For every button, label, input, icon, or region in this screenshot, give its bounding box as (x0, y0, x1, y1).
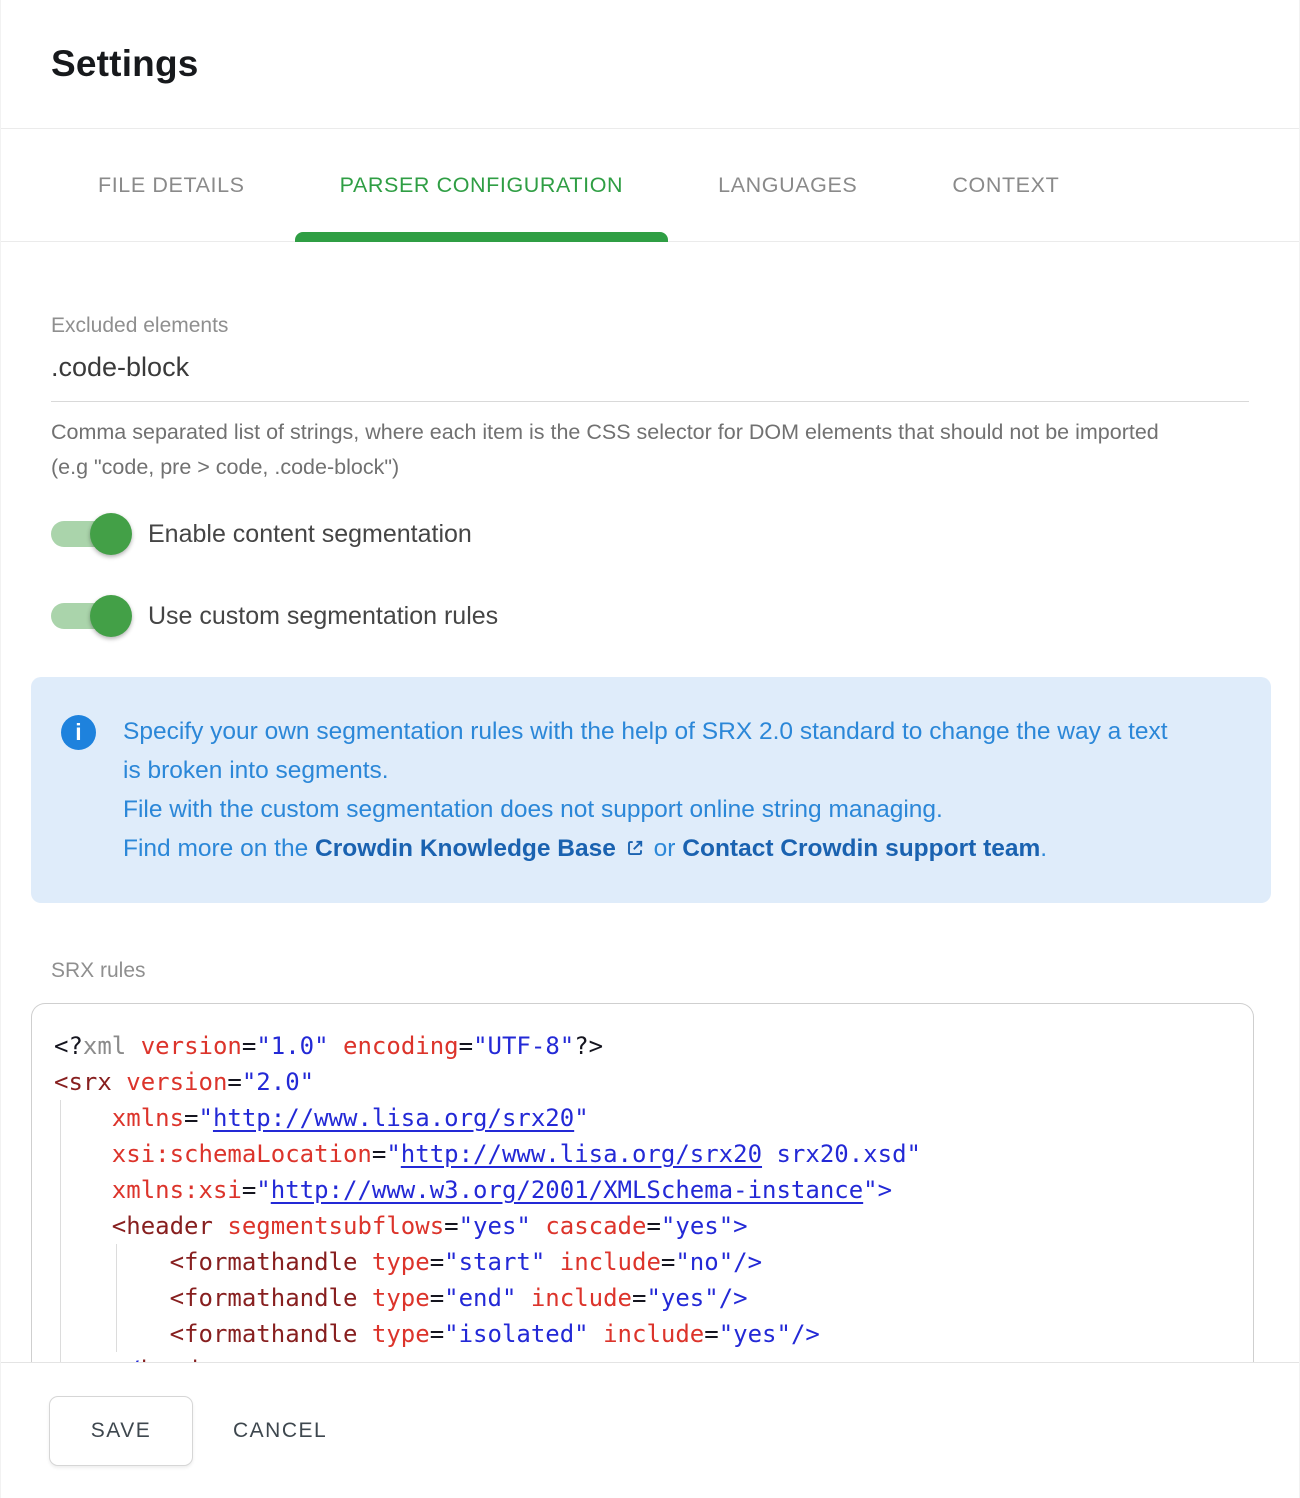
dialog-footer: SAVE CANCEL (1, 1362, 1299, 1498)
srx-rules-label: SRX rules (51, 959, 1299, 983)
info-line: Specify your own segmentation rules with… (123, 712, 1183, 790)
toggle-knob (90, 595, 132, 637)
knowledge-base-link[interactable]: Crowdin Knowledge Base (315, 835, 647, 862)
code-line: <formathandle type="isolated" include="y… (54, 1316, 1229, 1352)
excluded-elements-input[interactable]: .code-block (51, 352, 1249, 402)
code-line: xsi:schemaLocation="http://www.lisa.org/… (54, 1136, 1229, 1172)
code-line: <header segmentsubflows="yes" cascade="y… (54, 1208, 1229, 1244)
toggle-knob (90, 513, 132, 555)
info-line-text: Specify your own segmentation rules with… (123, 718, 1174, 784)
info-line: File with the custom segmentation does n… (123, 790, 1183, 829)
toggle-label: Enable content segmentation (148, 520, 472, 549)
code-line: <formathandle type="end" include="yes"/> (54, 1280, 1229, 1316)
parser-configuration-panel: Excluded elements .code-block Comma sepa… (1, 242, 1299, 1362)
info-icon: i (61, 715, 96, 750)
use-custom-segmentation-rules-toggle[interactable] (51, 603, 127, 629)
info-line-text: Find more on the (123, 835, 315, 862)
toggle-label: Use custom segmentation rules (148, 602, 498, 631)
enable-content-segmentation-toggle[interactable] (51, 521, 127, 547)
tab-file-details[interactable]: FILE DETAILS (53, 129, 290, 241)
toggle-row-custom-segmentation: Use custom segmentation rules (51, 595, 1249, 637)
tab-context[interactable]: CONTEXT (907, 129, 1104, 241)
cancel-button[interactable]: CANCEL (223, 1396, 337, 1466)
info-line-text: or (647, 835, 682, 862)
excluded-elements-field: Excluded elements .code-block Comma sepa… (51, 314, 1249, 485)
tab-label: CONTEXT (952, 173, 1059, 198)
indent-guide (116, 1244, 117, 1352)
info-line-text: . (1040, 835, 1047, 862)
settings-dialog: Settings FILE DETAILS PARSER CONFIGURATI… (0, 0, 1300, 1498)
knowledge-base-link-label: Crowdin Knowledge Base (315, 835, 616, 862)
srx-rules-editor[interactable]: <?xml version="1.0" encoding="UTF-8"?><s… (31, 1003, 1254, 1362)
info-line: Find more on the Crowdin Knowledge Base … (123, 829, 1183, 868)
excluded-elements-label: Excluded elements (51, 314, 1249, 338)
info-line-text: File with the custom segmentation does n… (123, 796, 943, 823)
tab-label: PARSER CONFIGURATION (340, 173, 624, 198)
dialog-header: Settings (1, 0, 1299, 129)
code-line: xmlns="http://www.lisa.org/srx20" (54, 1100, 1229, 1136)
tab-languages[interactable]: LANGUAGES (673, 129, 902, 241)
tab-label: FILE DETAILS (98, 173, 245, 198)
info-box: i Specify your own segmentation rules wi… (31, 677, 1271, 903)
code-line: <?xml version="1.0" encoding="UTF-8"?> (54, 1028, 1229, 1064)
code-line: </header> (54, 1352, 1229, 1362)
toggle-row-content-segmentation: Enable content segmentation (51, 513, 1249, 555)
indent-guide (60, 1100, 61, 1362)
tab-label: LANGUAGES (718, 173, 857, 198)
external-link-icon (625, 838, 645, 858)
contact-support-link[interactable]: Contact Crowdin support team (682, 835, 1040, 862)
srx-code: <?xml version="1.0" encoding="UTF-8"?><s… (32, 1004, 1253, 1362)
info-text: Specify your own segmentation rules with… (123, 712, 1183, 868)
tab-parser-configuration[interactable]: PARSER CONFIGURATION (295, 129, 669, 241)
code-line: <formathandle type="start" include="no"/… (54, 1244, 1229, 1280)
page-title: Settings (51, 43, 199, 85)
excluded-elements-help: Comma separated list of strings, where e… (51, 415, 1191, 485)
code-line: <srx version="2.0" (54, 1064, 1229, 1100)
save-button[interactable]: SAVE (49, 1396, 193, 1466)
code-line: xmlns:xsi="http://www.w3.org/2001/XMLSch… (54, 1172, 1229, 1208)
tab-bar: FILE DETAILS PARSER CONFIGURATION LANGUA… (1, 129, 1299, 242)
